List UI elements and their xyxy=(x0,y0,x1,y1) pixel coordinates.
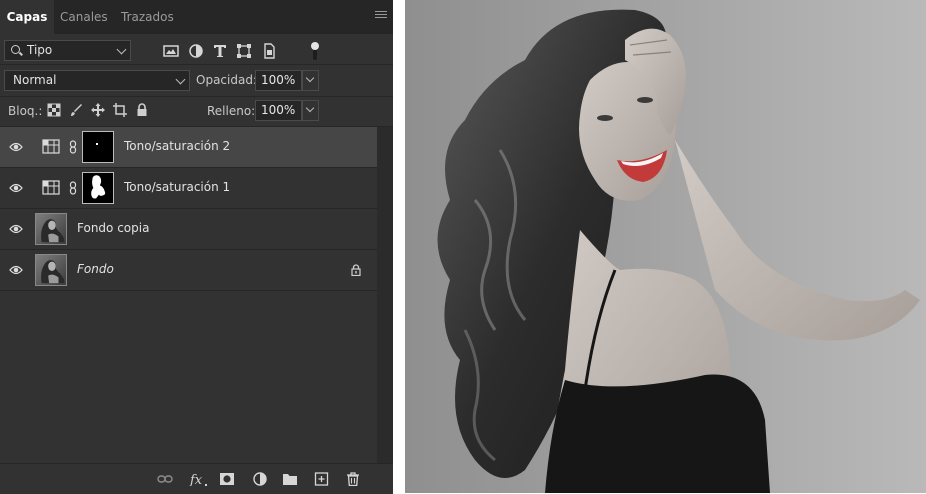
svg-text:fx: fx xyxy=(189,473,203,486)
opacity-label: Opacidad: xyxy=(196,73,257,87)
filter-toggle-switch[interactable] xyxy=(309,40,321,62)
blend-row: Normal Opacidad: 100% xyxy=(0,66,393,97)
blend-mode-dropdown[interactable]: Normal xyxy=(4,70,190,91)
tab-trazados[interactable]: Trazados xyxy=(121,0,174,34)
opacity-slider-button[interactable] xyxy=(302,70,319,91)
filter-kind-dropdown[interactable]: Tipo xyxy=(4,40,131,61)
layers-panel: Capas Canales Trazados Tipo Normal Opaci… xyxy=(0,0,393,494)
lock-all-icon[interactable] xyxy=(135,103,149,117)
type-layer-filter-icon[interactable] xyxy=(212,43,228,59)
fill-input[interactable]: 100% xyxy=(255,100,302,121)
lock-position-move-icon[interactable] xyxy=(91,103,105,117)
shape-layer-filter-icon[interactable] xyxy=(236,43,252,59)
search-icon xyxy=(11,45,20,54)
eye-visibility-icon[interactable] xyxy=(9,182,23,194)
layer-thumbnail[interactable] xyxy=(35,254,67,286)
mask-link-chain-icon[interactable] xyxy=(69,181,77,195)
mask-link-chain-icon[interactable] xyxy=(69,140,77,154)
hue-saturation-adjustment-icon xyxy=(42,180,60,195)
panel-divider xyxy=(393,0,405,493)
layer-row-tono-saturacion-1[interactable]: Tono/saturación 1 xyxy=(0,168,377,209)
layer-name: Tono/saturación 1 xyxy=(124,180,231,194)
eye-visibility-icon[interactable] xyxy=(9,223,23,235)
lock-pixels-brush-icon[interactable] xyxy=(69,103,83,117)
trash-icon[interactable] xyxy=(345,472,361,486)
portrait-photo-image xyxy=(437,9,920,493)
link-layers-icon[interactable] xyxy=(157,472,173,486)
layers-scrollbar[interactable] xyxy=(377,127,393,463)
layer-row-tono-saturacion-2[interactable]: Tono/saturación 2 xyxy=(0,127,377,168)
eye-visibility-icon[interactable] xyxy=(9,141,23,153)
portrait-thumbnail-image xyxy=(41,219,65,243)
panel-tab-bar: Capas Canales Trazados xyxy=(0,0,393,34)
layer-mask-thumbnail[interactable] xyxy=(82,172,114,204)
fx-icon[interactable]: fx xyxy=(189,472,209,486)
eye-visibility-icon[interactable] xyxy=(9,264,23,276)
filter-kind-label: Tipo xyxy=(27,43,53,57)
panel-menu-icon[interactable] xyxy=(375,11,387,21)
portrait-thumbnail-image xyxy=(41,260,65,284)
lock-label: Bloq.: xyxy=(8,104,43,118)
layer-row-fondo-copia[interactable]: Fondo copia xyxy=(0,209,377,250)
blend-mode-value: Normal xyxy=(13,73,57,87)
layer-thumbnail[interactable] xyxy=(35,213,67,245)
layer-lock-icon[interactable] xyxy=(351,264,361,276)
layer-name: Fondo copia xyxy=(77,221,150,235)
smart-object-filter-icon[interactable] xyxy=(261,43,277,59)
chevron-down-icon xyxy=(175,74,186,85)
chevron-down-icon xyxy=(116,44,127,55)
mask-silhouette-shape xyxy=(91,175,106,199)
hue-saturation-adjustment-icon xyxy=(42,139,60,154)
lock-row: Bloq.: Relleno: 100% xyxy=(0,96,393,127)
layer-name: Tono/saturación 2 xyxy=(124,139,231,153)
new-layer-icon[interactable] xyxy=(314,472,330,486)
adjustment-layer-filter-icon[interactable] xyxy=(188,43,204,59)
layer-mask-thumbnail[interactable] xyxy=(82,131,114,163)
group-folder-icon[interactable] xyxy=(282,472,298,486)
lock-transparency-icon[interactable] xyxy=(47,103,61,117)
lock-artboard-icon[interactable] xyxy=(113,103,127,117)
layer-row-fondo[interactable]: Fondo xyxy=(0,250,377,291)
filter-row: Tipo xyxy=(0,34,393,65)
tab-capas[interactable]: Capas xyxy=(0,0,54,34)
add-mask-icon[interactable] xyxy=(219,472,235,486)
opacity-input[interactable]: 100% xyxy=(255,70,302,91)
fill-slider-button[interactable] xyxy=(302,100,319,121)
fill-label: Relleno: xyxy=(207,104,256,118)
panel-footer: fx xyxy=(0,463,393,494)
document-canvas[interactable] xyxy=(405,0,926,493)
adjustment-layer-icon[interactable] xyxy=(252,472,268,486)
tab-canales[interactable]: Canales xyxy=(60,0,108,34)
layer-name: Fondo xyxy=(77,262,114,276)
pixel-layer-filter-icon[interactable] xyxy=(163,43,179,59)
